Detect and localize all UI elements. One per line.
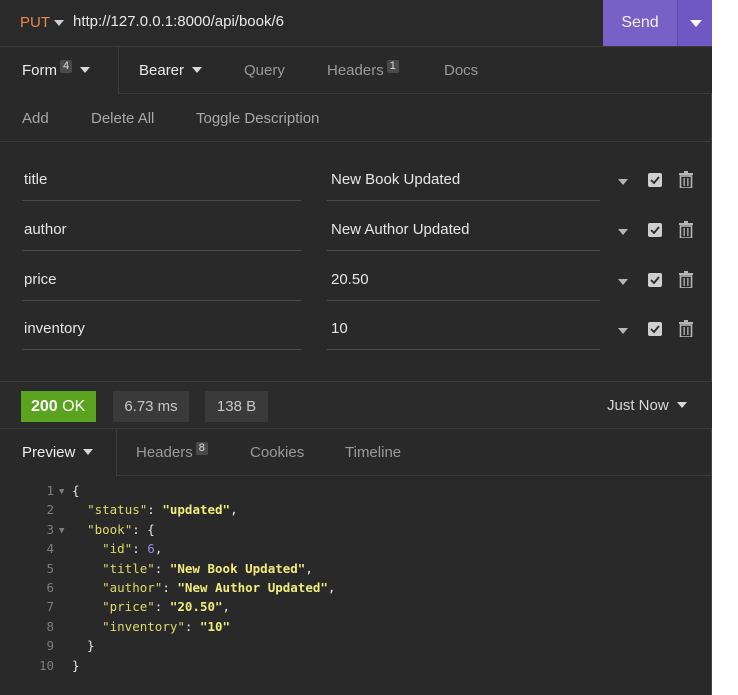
url-input[interactable]: http://127.0.0.1:8000/api/book/6	[73, 13, 593, 30]
status-code: 200	[31, 398, 58, 415]
code-line: 5 "title": "New Book Updated",	[0, 559, 712, 578]
response-status-bar: 200 OK 6.73 ms 138 B Just Now	[0, 381, 712, 429]
trash-icon[interactable]	[679, 221, 693, 239]
code-text: "title": "New Book Updated",	[102, 560, 313, 576]
param-row: price 20.50	[0, 265, 712, 315]
fold-gutter	[54, 658, 72, 677]
headers-count-badge: 1	[386, 60, 399, 73]
param-value-input[interactable]: New Author Updated	[327, 215, 600, 251]
code-text: "price": "20.50",	[102, 599, 231, 615]
code-line: 3 ▼ "book": {	[0, 520, 712, 539]
url-bar: PUT http://127.0.0.1:8000/api/book/6 Sen…	[0, 0, 712, 47]
history-dropdown[interactable]: Just Now	[607, 397, 687, 414]
tab-preview[interactable]: Preview	[0, 429, 117, 477]
line-number: 3	[46, 521, 54, 537]
response-headers-count-badge: 8	[195, 442, 208, 455]
toggle-description-button[interactable]: Toggle Description	[196, 110, 319, 127]
param-value-input[interactable]: 20.50	[327, 265, 600, 301]
chevron-down-icon[interactable]	[618, 229, 628, 235]
code-line: 7 "price": "20.50",	[0, 597, 712, 616]
status-badge: 200 OK	[21, 391, 96, 422]
tab-auth-label: Bearer	[139, 62, 185, 79]
tab-response-headers-label: Headers	[136, 444, 193, 461]
checkbox-checked-icon[interactable]	[648, 173, 662, 187]
param-name-input[interactable]: author	[22, 215, 301, 251]
tab-timeline[interactable]: Timeline	[345, 429, 401, 476]
code-text: "book": {	[87, 521, 155, 537]
param-row: title New Book Updated	[0, 165, 712, 215]
code-line: 9 }	[0, 636, 712, 655]
chevron-down-icon	[676, 402, 687, 408]
line-number: 1	[46, 483, 54, 498]
line-number: 4	[46, 541, 54, 557]
api-client-window: PUT http://127.0.0.1:8000/api/book/6 Sen…	[0, 0, 712, 695]
status-text: OK	[62, 398, 86, 415]
code-text: }	[72, 657, 80, 673]
tab-response-headers[interactable]: Headers 8	[136, 429, 208, 476]
checkbox-checked-icon[interactable]	[648, 223, 662, 237]
request-tabs: Form 4 Bearer Query Headers 1 Docs	[0, 47, 712, 94]
trash-icon[interactable]	[679, 271, 693, 289]
code-text: "id": 6,	[102, 541, 163, 557]
tab-headers-label: Headers	[327, 62, 384, 79]
code-line: 6 "author": "New Author Updated",	[0, 578, 712, 597]
param-name-input[interactable]: inventory	[22, 314, 301, 350]
param-value-input[interactable]: 10	[327, 314, 600, 350]
trash-icon[interactable]	[679, 171, 693, 189]
code-line: 1 ▼{	[0, 481, 712, 500]
chevron-down-icon[interactable]	[54, 20, 64, 26]
code-text: "author": "New Author Updated",	[102, 579, 336, 595]
code-text: "status": "updated",	[87, 502, 238, 518]
response-time: 6.73 ms	[113, 391, 189, 422]
add-param-button[interactable]: Add	[22, 110, 49, 127]
chevron-down-icon	[83, 449, 94, 455]
chevron-down-icon	[192, 67, 203, 73]
chevron-down-icon	[80, 67, 91, 73]
line-number: 9	[46, 638, 54, 654]
tab-form[interactable]: Form 4	[0, 47, 119, 94]
response-tabs: Preview Headers 8 Cookies Timeline	[0, 429, 712, 477]
code-line: 10 }	[0, 656, 712, 675]
history-label: Just Now	[607, 397, 669, 414]
param-row: author New Author Updated	[0, 215, 712, 265]
chevron-down-icon[interactable]	[618, 328, 628, 334]
trash-icon[interactable]	[679, 320, 693, 338]
method-select[interactable]: PUT	[20, 14, 50, 31]
code-line: 2 "status": "updated",	[0, 500, 712, 519]
send-button[interactable]: Send	[603, 0, 677, 46]
tab-preview-label: Preview	[22, 444, 76, 461]
code-line: 4 "id": 6,	[0, 539, 712, 558]
chevron-down-icon[interactable]	[618, 279, 628, 285]
response-body-preview[interactable]: 1 ▼{2 "status": "updated", 3 ▼ "book": {4 "…	[0, 481, 712, 675]
tab-docs[interactable]: Docs	[444, 47, 478, 94]
send-options-button[interactable]	[677, 0, 712, 46]
tab-query[interactable]: Query	[244, 47, 285, 94]
code-text: }	[72, 638, 95, 654]
checkbox-checked-icon[interactable]	[648, 273, 662, 287]
line-number: 10	[38, 657, 54, 673]
tab-cookies[interactable]: Cookies	[250, 429, 304, 476]
delete-all-button[interactable]: Delete All	[91, 110, 154, 127]
param-row: inventory 10	[0, 314, 712, 364]
line-number: 6	[46, 579, 54, 595]
param-name-input[interactable]: price	[22, 265, 301, 301]
tab-headers[interactable]: Headers 1	[327, 47, 399, 94]
param-name-input[interactable]: title	[22, 165, 301, 201]
param-value-input[interactable]: New Book Updated	[327, 165, 600, 201]
line-number: 8	[46, 618, 54, 634]
tab-form-label: Form	[22, 62, 57, 79]
line-number: 5	[46, 560, 54, 576]
checkbox-checked-icon[interactable]	[648, 322, 662, 336]
chevron-down-icon	[690, 20, 702, 27]
tab-auth[interactable]: Bearer	[139, 47, 203, 94]
line-number: 7	[46, 599, 54, 615]
response-size: 138 B	[205, 391, 268, 422]
line-number: 2	[46, 502, 54, 518]
code-text: "inventory": "10"	[102, 618, 231, 634]
form-count-badge: 4	[60, 60, 73, 73]
chevron-down-icon[interactable]	[618, 179, 628, 185]
code-line: 8 "inventory": "10"	[0, 617, 712, 636]
form-toolbar: Add Delete All Toggle Description	[0, 94, 712, 142]
code-text: {	[72, 483, 80, 498]
